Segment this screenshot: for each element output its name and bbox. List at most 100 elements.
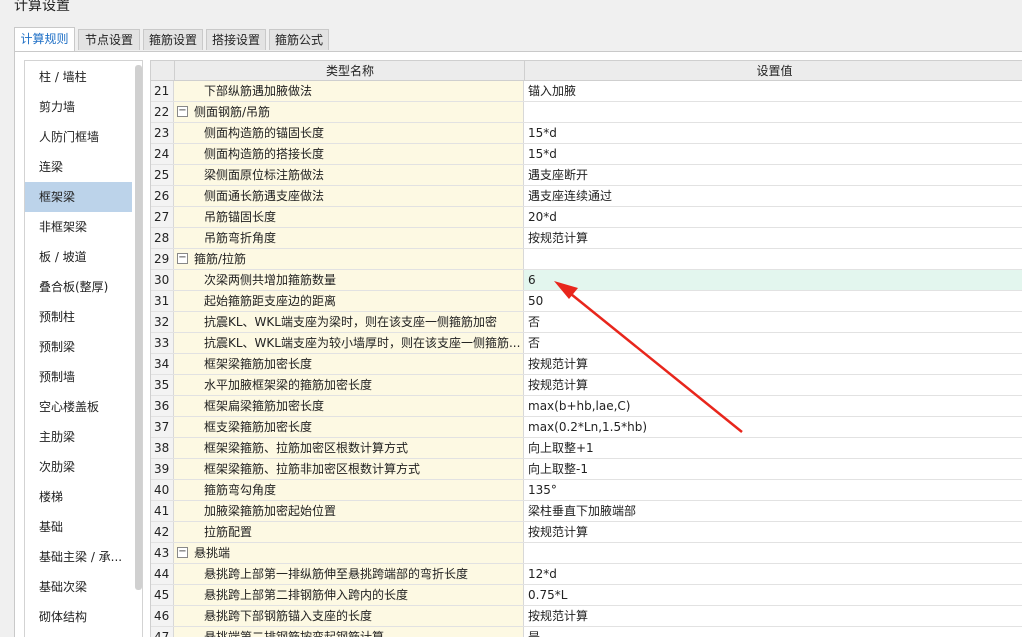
sidebar-item[interactable]: 预制梁 [25,332,132,362]
setting-value-cell[interactable]: 按规范计算 [524,375,1022,395]
table-row[interactable]: 23 侧面构造筋的锚固长度 15*d [151,123,1022,144]
type-name-label: 箍筋/拉筋 [194,252,247,266]
setting-value-cell[interactable]: 15*d [524,144,1022,164]
row-number: 26 [151,186,174,206]
table-row[interactable]: 36 框架扁梁箍筋加密长度 max(b+hb,lae,C) [151,396,1022,417]
setting-value-cell[interactable]: 15*d [524,123,1022,143]
type-name-label: 拉筋配置 [204,525,253,539]
setting-value-cell[interactable]: 按规范计算 [524,228,1022,248]
setting-value-cell[interactable]: 135° [524,480,1022,500]
sidebar-item[interactable]: 砌体结构 [25,602,132,632]
table-row[interactable]: 21 下部纵筋遇加腋做法 锚入加腋 [151,81,1022,102]
setting-value-cell[interactable]: 6 [524,270,1022,290]
type-name-cell: 水平加腋框架梁的箍筋加密长度 [174,375,524,395]
setting-value-cell[interactable]: 否 [524,333,1022,353]
setting-value-cell[interactable]: max(b+hb,lae,C) [524,396,1022,416]
setting-value-cell[interactable]: 遇支座断开 [524,165,1022,185]
type-name-cell: 框支梁箍筋加密长度 [174,417,524,437]
type-name-cell: 框架扁梁箍筋加密长度 [174,396,524,416]
grid-header: 类型名称 设置值 [151,61,1022,81]
sidebar-item[interactable]: 连梁 [25,152,132,182]
table-row[interactable]: 41 加腋梁箍筋加密起始位置 梁柱垂直下加腋端部 [151,501,1022,522]
setting-value-cell[interactable]: 20*d [524,207,1022,227]
tab-lap-settings[interactable]: 搭接设置 [206,29,266,50]
table-row[interactable]: 37 框支梁箍筋加密长度 max(0.2*Ln,1.5*hb) [151,417,1022,438]
setting-value-cell[interactable]: 按规范计算 [524,606,1022,626]
table-row[interactable]: 32 抗震KL、WKL端支座为梁时，则在该支座一侧箍筋加密 否 [151,312,1022,333]
setting-value-cell[interactable] [524,102,1022,122]
setting-value-cell[interactable]: 向上取整-1 [524,459,1022,479]
setting-value-cell[interactable]: 向上取整+1 [524,438,1022,458]
sidebar-item[interactable]: 人防门框墙 [25,122,132,152]
setting-value-cell[interactable]: 按规范计算 [524,522,1022,542]
setting-value-cell[interactable]: 按规范计算 [524,354,1022,374]
setting-value-cell[interactable]: max(0.2*Ln,1.5*hb) [524,417,1022,437]
group-row[interactable]: 22− 侧面钢筋/吊筋 [151,102,1022,123]
sidebar-scrollbar[interactable] [135,65,142,590]
sidebar-item[interactable]: 柱 / 墙柱 [25,62,132,92]
sidebar-item[interactable]: 剪力墙 [25,92,132,122]
sidebar-item[interactable]: 楼梯 [25,482,132,512]
sidebar-item[interactable]: 叠合板(整厚) [25,272,132,302]
collapse-toggle-icon[interactable]: − [177,253,188,264]
type-name-cell: 吊筋弯折角度 [174,228,524,248]
setting-value-cell[interactable]: 12*d [524,564,1022,584]
type-name-cell: 框架梁箍筋、拉筋加密区根数计算方式 [174,438,524,458]
table-row[interactable]: 35 水平加腋框架梁的箍筋加密长度 按规范计算 [151,375,1022,396]
sidebar-item[interactable]: 空心楼盖板 [25,392,132,422]
type-name-cell: − 悬挑端 [174,543,524,563]
setting-value-cell[interactable]: 50 [524,291,1022,311]
table-row[interactable]: 24 侧面构造筋的搭接长度 15*d [151,144,1022,165]
table-row[interactable]: 28 吊筋弯折角度 按规范计算 [151,228,1022,249]
table-row[interactable]: 26 侧面通长筋遇支座做法 遇支座连续通过 [151,186,1022,207]
sidebar-item[interactable]: 板 / 坡道 [25,242,132,272]
tab-stirrup-settings[interactable]: 箍筋设置 [143,29,203,50]
tab-node-settings[interactable]: 节点设置 [78,29,140,50]
sidebar-item[interactable]: 基础 [25,512,132,542]
tab-stirrup-formula[interactable]: 箍筋公式 [269,29,329,50]
collapse-toggle-icon[interactable]: − [177,106,188,117]
table-row[interactable]: 40 箍筋弯勾角度 135° [151,480,1022,501]
tab-calc-rules[interactable]: 计算规则 [14,27,75,52]
setting-value-cell[interactable]: 遇支座连续通过 [524,186,1022,206]
setting-value-cell[interactable]: 是 [524,627,1022,637]
type-name-label: 侧面钢筋/吊筋 [194,105,271,119]
table-row[interactable]: 45 悬挑跨上部第二排钢筋伸入跨内的长度 0.75*L [151,585,1022,606]
sidebar-item[interactable]: 非框架梁 [25,212,132,242]
setting-value-cell[interactable] [524,249,1022,269]
table-row[interactable]: 33 抗震KL、WKL端支座为较小墙厚时，则在该支座一侧箍筋... 否 [151,333,1022,354]
sidebar-item[interactable]: 主肋梁 [25,422,132,452]
group-row[interactable]: 29− 箍筋/拉筋 [151,249,1022,270]
sidebar-item[interactable]: 次肋梁 [25,452,132,482]
table-row[interactable]: 42 拉筋配置 按规范计算 [151,522,1022,543]
type-name-cell: − 箍筋/拉筋 [174,249,524,269]
table-row[interactable]: 30 次梁两侧共增加箍筋数量 6 [151,270,1022,291]
table-row[interactable]: 27 吊筋锚固长度 20*d [151,207,1022,228]
table-row[interactable]: 34 框架梁箍筋加密长度 按规范计算 [151,354,1022,375]
table-row[interactable]: 31 起始箍筋距支座边的距离 50 [151,291,1022,312]
setting-value-cell[interactable]: 锚入加腋 [524,81,1022,101]
collapse-toggle-icon[interactable]: − [177,547,188,558]
table-row[interactable]: 25 梁侧面原位标注筋做法 遇支座断开 [151,165,1022,186]
table-row[interactable]: 38 框架梁箍筋、拉筋加密区根数计算方式 向上取整+1 [151,438,1022,459]
table-row[interactable]: 47 悬挑端第二排钢筋按弯起钢筋计算 是 [151,627,1022,637]
row-number: 24 [151,144,174,164]
table-row[interactable]: 46 悬挑跨下部钢筋锚入支座的长度 按规范计算 [151,606,1022,627]
table-row[interactable]: 39 框架梁箍筋、拉筋非加密区根数计算方式 向上取整-1 [151,459,1022,480]
setting-value-cell[interactable] [524,543,1022,563]
sidebar-item[interactable]: 基础次梁 [25,572,132,602]
type-name-cell: 侧面构造筋的锚固长度 [174,123,524,143]
setting-value-cell[interactable]: 梁柱垂直下加腋端部 [524,501,1022,521]
setting-value-cell[interactable]: 否 [524,312,1022,332]
type-name-label: 抗震KL、WKL端支座为较小墙厚时，则在该支座一侧箍筋... [204,336,521,350]
sidebar-item[interactable]: 基础主梁 / 承... [25,542,132,572]
row-number: 27 [151,207,174,227]
setting-value-cell[interactable]: 0.75*L [524,585,1022,605]
group-row[interactable]: 43− 悬挑端 [151,543,1022,564]
column-header-type-name[interactable]: 类型名称 [174,61,525,81]
sidebar-item[interactable]: 框架梁 [25,182,132,212]
table-row[interactable]: 44 悬挑跨上部第一排纵筋伸至悬挑跨端部的弯折长度 12*d [151,564,1022,585]
sidebar-item[interactable]: 预制墙 [25,362,132,392]
sidebar-item[interactable]: 预制柱 [25,302,132,332]
column-header-setting-value[interactable]: 设置值 [524,61,1022,81]
